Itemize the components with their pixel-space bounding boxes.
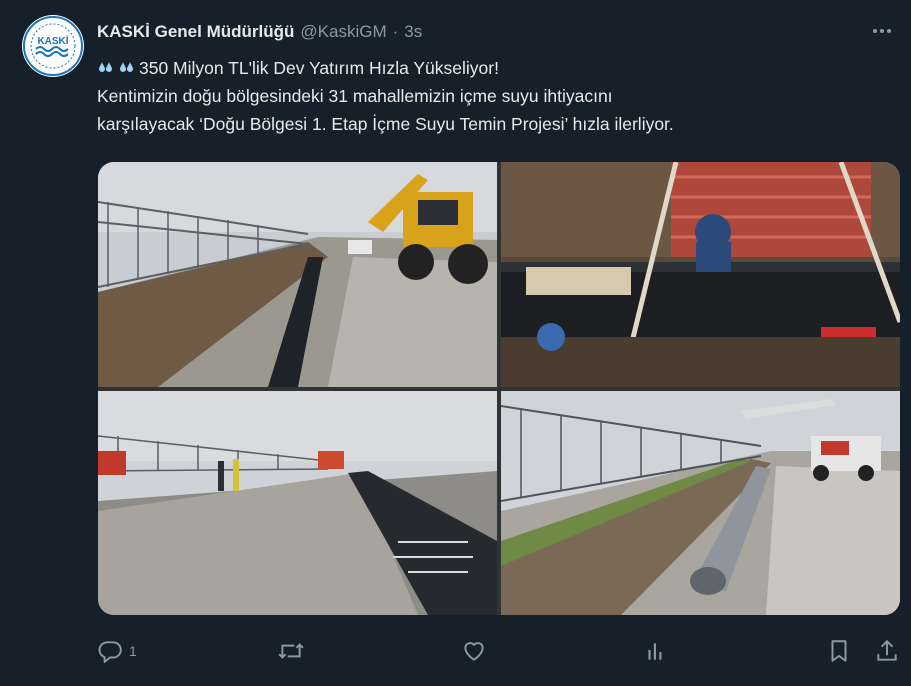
reply-icon (98, 641, 122, 663)
photo-2[interactable] (501, 162, 900, 387)
display-name[interactable]: KASKİ Genel Müdürlüğü (97, 22, 294, 42)
tweet-headline: 350 Milyon TL'lik Dev Yatırım Hızla Yüks… (139, 58, 499, 78)
share-icon (877, 639, 897, 661)
construction-photo-1 (98, 162, 497, 387)
tweet-text: 350 Milyon TL'lik Dev Yatırım Hızla Yüks… (97, 54, 887, 138)
water-drop-icon (120, 62, 133, 72)
construction-photo-2 (501, 162, 900, 387)
kaski-logo: KASKİ (23, 16, 83, 76)
heart-icon (464, 642, 484, 661)
bookmark-icon (831, 640, 847, 662)
reply-button[interactable]: 1 (97, 634, 137, 668)
reply-count: 1 (129, 643, 137, 659)
views-icon (648, 643, 662, 660)
tweet-actions: 1 (97, 634, 903, 668)
timestamp[interactable]: 3s (404, 22, 422, 42)
photo-1[interactable] (98, 162, 497, 387)
bookmark-button[interactable] (827, 634, 851, 668)
separator-dot: · (392, 22, 399, 41)
avatar[interactable]: KASKİ (22, 15, 84, 77)
share-button[interactable] (875, 634, 899, 668)
water-drop-icon (99, 62, 112, 72)
handle[interactable]: @KaskiGM (300, 22, 386, 42)
tweet-line-3: karşılayacak ‘Doğu Bölgesi 1. Etap İçme … (97, 114, 674, 134)
tweet-line-1: 350 Milyon TL'lik Dev Yatırım Hızla Yüks… (97, 54, 887, 82)
construction-photo-4 (501, 391, 900, 615)
views-button[interactable] (645, 634, 673, 668)
media-grid (98, 162, 900, 615)
photo-4[interactable] (501, 391, 900, 615)
photo-3[interactable] (98, 391, 497, 615)
retweet-button[interactable] (277, 634, 311, 668)
retweet-icon (278, 643, 304, 659)
svg-text:KASKİ: KASKİ (37, 34, 68, 47)
tweet-header: KASKİ Genel Müdürlüğü @KaskiGM · 3s (97, 20, 851, 44)
more-options-icon[interactable] (869, 20, 895, 42)
like-button[interactable] (461, 634, 493, 668)
construction-photo-3 (98, 391, 497, 615)
tweet-line-2: Kentimizin doğu bölgesindeki 31 mahallem… (97, 86, 613, 106)
